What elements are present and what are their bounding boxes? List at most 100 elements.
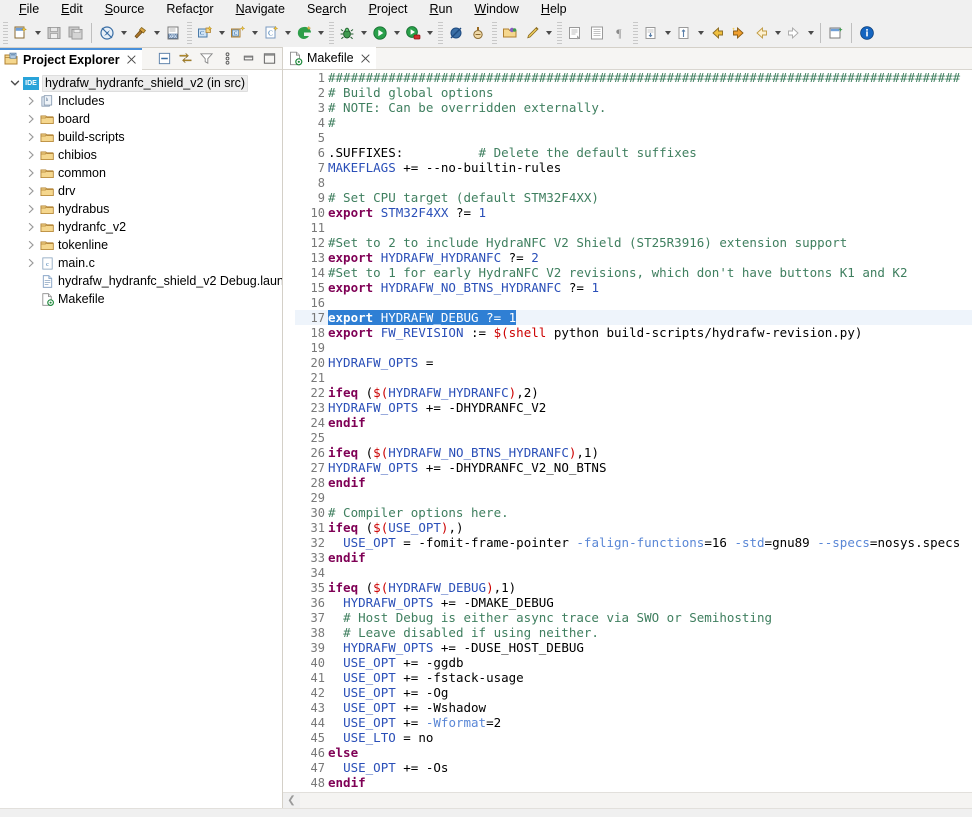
menu-file[interactable]: File bbox=[8, 0, 50, 18]
code-line[interactable]: 1 #######################################… bbox=[295, 70, 972, 85]
code-line[interactable]: 27 HYDRAFW_OPTS += -DHYDRANFC_V2_NO_BTNS bbox=[295, 460, 972, 475]
run-play-icon[interactable] bbox=[369, 22, 391, 44]
tree-item-hydrabus[interactable]: hydrabus bbox=[0, 200, 282, 218]
code-line[interactable]: 4 # bbox=[295, 115, 972, 130]
menu-refactor[interactable]: Refactor bbox=[155, 0, 224, 18]
skip-breakpoints-icon[interactable] bbox=[445, 22, 467, 44]
tree-item-common[interactable]: common bbox=[0, 164, 282, 182]
menu-project[interactable]: Project bbox=[358, 0, 419, 18]
new-cpp-project-icon[interactable]: C bbox=[227, 22, 249, 44]
chevron-down-icon[interactable] bbox=[216, 22, 227, 44]
view-menu-icon[interactable] bbox=[217, 49, 237, 69]
code-line[interactable]: 45 USE_LTO = no bbox=[295, 730, 972, 745]
code-line[interactable]: 10 export STM32F4XX ?= 1 bbox=[295, 205, 972, 220]
tree-item-tokenline[interactable]: tokenline bbox=[0, 236, 282, 254]
code-line[interactable]: 25 bbox=[295, 430, 972, 445]
code-line[interactable]: 16 bbox=[295, 295, 972, 310]
chevron-down-icon[interactable] bbox=[8, 74, 22, 92]
menu-window[interactable]: Window bbox=[463, 0, 529, 18]
tree-item-makefile[interactable]: Makefile bbox=[0, 290, 282, 308]
tree-item-chibios[interactable]: chibios bbox=[0, 146, 282, 164]
code-line[interactable]: 35 ifeq ($(HYDRAFW_DEBUG),1) bbox=[295, 580, 972, 595]
profile-icon[interactable] bbox=[467, 22, 489, 44]
chevron-down-icon[interactable] bbox=[315, 22, 326, 44]
last-edit-location-icon[interactable] bbox=[673, 22, 695, 44]
code-line[interactable]: 41 USE_OPT += -fstack-usage bbox=[295, 670, 972, 685]
menu-navigate[interactable]: Navigate bbox=[225, 0, 296, 18]
chevron-right-icon[interactable] bbox=[24, 200, 38, 218]
run-external-tools-icon[interactable] bbox=[402, 22, 424, 44]
chevron-down-icon[interactable] bbox=[282, 22, 293, 44]
filter-icon[interactable] bbox=[196, 49, 216, 69]
close-icon[interactable] bbox=[125, 53, 138, 66]
toolbar-grip[interactable] bbox=[3, 21, 8, 44]
code-line[interactable]: 22 ifeq ($(HYDRAFW_HYDRANFC),2) bbox=[295, 385, 972, 400]
chevron-left-icon[interactable]: ❮ bbox=[283, 793, 300, 808]
git-icon[interactable] bbox=[293, 22, 315, 44]
tree-item-includes[interactable]: h Includes bbox=[0, 92, 282, 110]
code-line[interactable]: 11 bbox=[295, 220, 972, 235]
chevron-down-icon[interactable] bbox=[543, 22, 554, 44]
chevron-down-icon[interactable] bbox=[772, 22, 783, 44]
code-line[interactable]: 18 export FW_REVISION := $(shell python b… bbox=[295, 325, 972, 340]
code-line[interactable]: 44 USE_OPT += -Wformat=2 bbox=[295, 715, 972, 730]
editor-horizontal-scrollbar[interactable]: ❮ bbox=[283, 792, 972, 808]
new-window-icon[interactable] bbox=[825, 22, 847, 44]
build-hammer-icon[interactable] bbox=[129, 22, 151, 44]
code-line[interactable]: 3 # NOTE: Can be overridden externally. bbox=[295, 100, 972, 115]
code-line[interactable]: 39 HYDRAFW_OPTS += -DUSE_HOST_DEBUG bbox=[295, 640, 972, 655]
chevron-down-icon[interactable] bbox=[118, 22, 129, 44]
collapse-all-icon[interactable] bbox=[154, 49, 174, 69]
code-line[interactable]: 21 bbox=[295, 370, 972, 385]
menu-help[interactable]: Help bbox=[530, 0, 578, 18]
code-line[interactable]: 20 HYDRAFW_OPTS = bbox=[295, 355, 972, 370]
project-tree[interactable]: IDE hydrafw_hydranfc_shield_v2 (in src) h I… bbox=[0, 70, 282, 808]
save-icon[interactable] bbox=[43, 22, 65, 44]
chevron-down-icon[interactable] bbox=[391, 22, 402, 44]
code-line[interactable]: 48 endif bbox=[295, 775, 972, 790]
tree-item-build-scripts[interactable]: build-scripts bbox=[0, 128, 282, 146]
chevron-down-icon[interactable] bbox=[249, 22, 260, 44]
tree-item-hydrafw_hydranfc_shield_v2[interactable]: IDE hydrafw_hydranfc_shield_v2 (in src) bbox=[0, 74, 282, 92]
tab-makefile[interactable]: Makefile bbox=[283, 47, 376, 69]
chevron-down-icon[interactable] bbox=[662, 22, 673, 44]
chevron-right-icon[interactable] bbox=[24, 92, 38, 110]
open-resource-icon[interactable] bbox=[499, 22, 521, 44]
code-line[interactable]: 24 endif bbox=[295, 415, 972, 430]
code-line[interactable]: 32 USE_OPT = -fomit-frame-pointer -falig… bbox=[295, 535, 972, 550]
toolbar-grip[interactable] bbox=[438, 21, 443, 44]
toolbar-grip[interactable] bbox=[492, 21, 497, 44]
tree-item-board[interactable]: board bbox=[0, 110, 282, 128]
code-line[interactable]: 38 # Leave disabled if using neither. bbox=[295, 625, 972, 640]
code-line[interactable]: 26 ifeq ($(HYDRAFW_NO_BTNS_HYDRANFC),1) bbox=[295, 445, 972, 460]
code-line[interactable]: 13 export HYDRAFW_HYDRANFC ?= 2 bbox=[295, 250, 972, 265]
tree-item-hydranfc_v2[interactable]: hydranfc_v2 bbox=[0, 218, 282, 236]
code-line[interactable]: 23 HYDRAFW_OPTS += -DHYDRANFC_V2 bbox=[295, 400, 972, 415]
chevron-right-icon[interactable] bbox=[24, 128, 38, 146]
forward-nav-icon[interactable] bbox=[783, 22, 805, 44]
chevron-down-icon[interactable] bbox=[358, 22, 369, 44]
code-line[interactable]: 2 # Build global options bbox=[295, 85, 972, 100]
code-line[interactable]: 17 export HYDRAFW_DEBUG ?= 1 bbox=[295, 310, 972, 325]
new-wizard-icon[interactable] bbox=[10, 22, 32, 44]
code-line[interactable]: 43 USE_OPT += -Wshadow bbox=[295, 700, 972, 715]
forward-history-icon[interactable] bbox=[728, 22, 750, 44]
code-line[interactable]: 12 #Set to 2 to include HydraNFC V2 Shiel… bbox=[295, 235, 972, 250]
menu-edit[interactable]: Edit bbox=[50, 0, 94, 18]
toolbar-grip[interactable] bbox=[329, 21, 334, 44]
code-line[interactable]: 36 HYDRAFW_OPTS += -DMAKE_DEBUG bbox=[295, 595, 972, 610]
build-all-icon[interactable] bbox=[96, 22, 118, 44]
code-line[interactable]: 30 # Compiler options here. bbox=[295, 505, 972, 520]
chevron-right-icon[interactable] bbox=[24, 236, 38, 254]
chevron-right-icon[interactable] bbox=[24, 182, 38, 200]
code-line[interactable]: 33 endif bbox=[295, 550, 972, 565]
link-with-editor-icon[interactable] bbox=[175, 49, 195, 69]
code-line[interactable]: 29 bbox=[295, 490, 972, 505]
code-line[interactable]: 46 else bbox=[295, 745, 972, 760]
minimize-icon[interactable] bbox=[238, 49, 258, 69]
chevron-down-icon[interactable] bbox=[695, 22, 706, 44]
chevron-down-icon[interactable] bbox=[32, 22, 43, 44]
code-line[interactable]: 40 USE_OPT += -ggdb bbox=[295, 655, 972, 670]
code-line[interactable]: 5 bbox=[295, 130, 972, 145]
code-line[interactable]: 42 USE_OPT += -Og bbox=[295, 685, 972, 700]
